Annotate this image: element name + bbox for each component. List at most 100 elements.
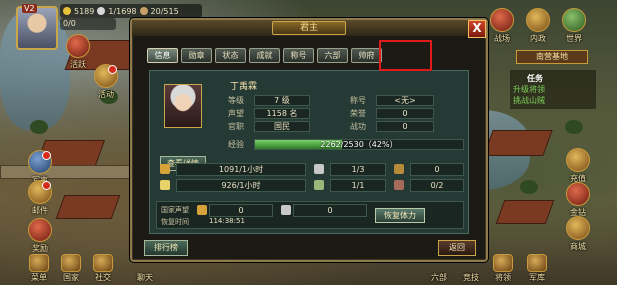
label-exp: 经验 bbox=[228, 140, 244, 149]
notification-badge bbox=[108, 65, 117, 74]
label-honor: 荣誉 bbox=[350, 109, 366, 118]
bottom-btn-armory[interactable]: 军库 bbox=[522, 254, 552, 283]
location-label[interactable]: 南营基地 bbox=[516, 50, 588, 64]
bag-icon bbox=[394, 164, 404, 174]
value-recover-time: 114:38:51 bbox=[209, 217, 245, 225]
recover-button[interactable]: 恢复体力 bbox=[375, 208, 425, 223]
label-reputation: 声望 bbox=[228, 109, 244, 118]
value-token: 0 bbox=[293, 204, 367, 217]
general-icon bbox=[493, 254, 513, 272]
label-battles: 战功 bbox=[350, 122, 366, 131]
tree bbox=[30, 120, 48, 134]
tab-ministries[interactable]: 六部 bbox=[317, 48, 348, 63]
tab-info[interactable]: 信息 bbox=[147, 48, 178, 63]
menu-icon bbox=[29, 254, 49, 272]
task-item[interactable]: 挑战山贼 bbox=[513, 95, 593, 106]
btn-diamond[interactable]: 金钻 bbox=[564, 182, 592, 218]
tab-headquarters[interactable]: 帅府 bbox=[351, 48, 382, 63]
building-roof bbox=[55, 195, 121, 219]
back-button[interactable]: 返回 bbox=[438, 240, 476, 256]
stat-value: 0 bbox=[410, 163, 464, 176]
side-btn-mail[interactable]: 邮件 bbox=[26, 180, 54, 216]
ranking-button[interactable]: 排行榜 bbox=[144, 240, 188, 256]
stat-row: 1091/1小时 1/3 0 bbox=[156, 163, 464, 176]
resource-bar: 5189 1/1698 20/515 bbox=[60, 4, 202, 18]
side-btn-event[interactable]: 活动 bbox=[92, 64, 120, 100]
stat-row: 926/1小时 1/1 0/2 bbox=[156, 179, 464, 192]
tree bbox=[565, 120, 583, 134]
bottom-btn-menu[interactable]: 菜单 bbox=[24, 254, 54, 283]
highlight-box bbox=[379, 40, 432, 71]
tab-title[interactable]: 称号 bbox=[283, 48, 314, 63]
mail-icon bbox=[28, 180, 52, 204]
bottom-btn-arena[interactable]: 竞技 bbox=[456, 272, 486, 283]
grain-icon bbox=[160, 180, 170, 190]
exp-bar: 2262/2530（42%） bbox=[254, 139, 464, 150]
value-reputation: 1158 名 bbox=[254, 108, 310, 119]
close-button[interactable]: X bbox=[468, 20, 486, 38]
wrench-icon bbox=[394, 180, 404, 190]
value-level: 7 级 bbox=[254, 95, 310, 106]
bottom-btn-social[interactable]: 社交 bbox=[88, 254, 118, 283]
diamond-icon bbox=[566, 182, 590, 206]
token-icon bbox=[281, 205, 291, 215]
btn-shop[interactable]: 商城 bbox=[564, 216, 592, 252]
value-honor: 0 bbox=[376, 108, 434, 119]
bottom-btn-ministries[interactable]: 六部 bbox=[424, 272, 454, 283]
value-rank: 国民 bbox=[254, 121, 310, 132]
lord-name: 丁禹霖 bbox=[230, 82, 258, 92]
bottom-btn-generals[interactable]: 将领 bbox=[488, 254, 518, 283]
bottom-bar: 菜单 国家 社交 聊天 六部 竞技 将领 军库 bbox=[0, 254, 617, 285]
stat-value: 1/3 bbox=[330, 163, 386, 176]
resource-extra: 0/0 bbox=[60, 18, 116, 30]
btn-interior[interactable]: 内政 bbox=[524, 8, 552, 44]
bottom-btn-country[interactable]: 国家 bbox=[56, 254, 86, 283]
side-btn-active[interactable]: 活跃 bbox=[64, 34, 92, 70]
stat-value: 0/2 bbox=[410, 179, 464, 192]
btn-battlefield[interactable]: 战场 bbox=[488, 8, 516, 44]
value-country-fame: 0 bbox=[209, 204, 273, 217]
btn-world[interactable]: 世界 bbox=[560, 8, 588, 44]
swords-icon bbox=[490, 8, 514, 32]
task-panel[interactable]: 任务 升级将领 挑战山贼 bbox=[510, 70, 596, 109]
exp-text: 2262/2530（42%） bbox=[320, 140, 398, 149]
lord-portrait bbox=[164, 84, 202, 128]
troops-icon bbox=[139, 7, 148, 15]
info-panel: 查看详情 丁禹霖 等级 7 级 声望 1158 名 官职 国民 称号 <无> 荣… bbox=[149, 70, 469, 234]
building-roof bbox=[495, 200, 555, 224]
people-icon bbox=[93, 254, 113, 272]
coin-icon bbox=[566, 148, 590, 172]
stat-value: 1/1 bbox=[330, 179, 386, 192]
task-title: 任务 bbox=[527, 74, 543, 83]
bottom-btn-chat[interactable]: 聊天 bbox=[130, 272, 160, 283]
tree bbox=[520, 180, 538, 194]
btn-recharge[interactable]: 充值 bbox=[564, 148, 592, 184]
tab-medal[interactable]: 勋章 bbox=[181, 48, 212, 63]
globe-icon bbox=[562, 8, 586, 32]
shop-icon bbox=[566, 216, 590, 240]
task-item[interactable]: 升级将领 bbox=[513, 84, 593, 95]
dialog-tabs: 信息 勋章 状态 成就 称号 六部 帅府 bbox=[147, 48, 382, 63]
silver-icon bbox=[160, 164, 170, 174]
helmet-icon bbox=[28, 150, 52, 174]
value-battles: 0 bbox=[376, 121, 434, 132]
stat-value: 926/1小时 bbox=[176, 179, 306, 192]
resource-troops: 20/515 bbox=[150, 6, 179, 16]
city-wall bbox=[0, 165, 130, 179]
stat-value: 1091/1小时 bbox=[176, 163, 306, 176]
label-rank: 官职 bbox=[228, 122, 244, 131]
resource-food: 1/1698 bbox=[108, 6, 137, 16]
label-recover-time: 恢复时间 bbox=[161, 218, 189, 226]
coin-icon bbox=[197, 205, 207, 215]
label-level: 等级 bbox=[228, 96, 244, 105]
resource-gold: 5189 bbox=[74, 6, 95, 16]
flag-icon bbox=[66, 34, 90, 58]
food-icon bbox=[97, 7, 106, 15]
tab-status[interactable]: 状态 bbox=[215, 48, 246, 63]
value-title: <无> bbox=[376, 95, 434, 106]
info-box: 国家声望 0 0 恢复时间 114:38:51 恢复体力 bbox=[156, 201, 464, 229]
tab-achievement[interactable]: 成就 bbox=[249, 48, 280, 63]
side-btn-reward[interactable]: 奖励 bbox=[26, 218, 54, 254]
building-roof bbox=[483, 130, 553, 156]
gold-icon bbox=[63, 7, 71, 15]
